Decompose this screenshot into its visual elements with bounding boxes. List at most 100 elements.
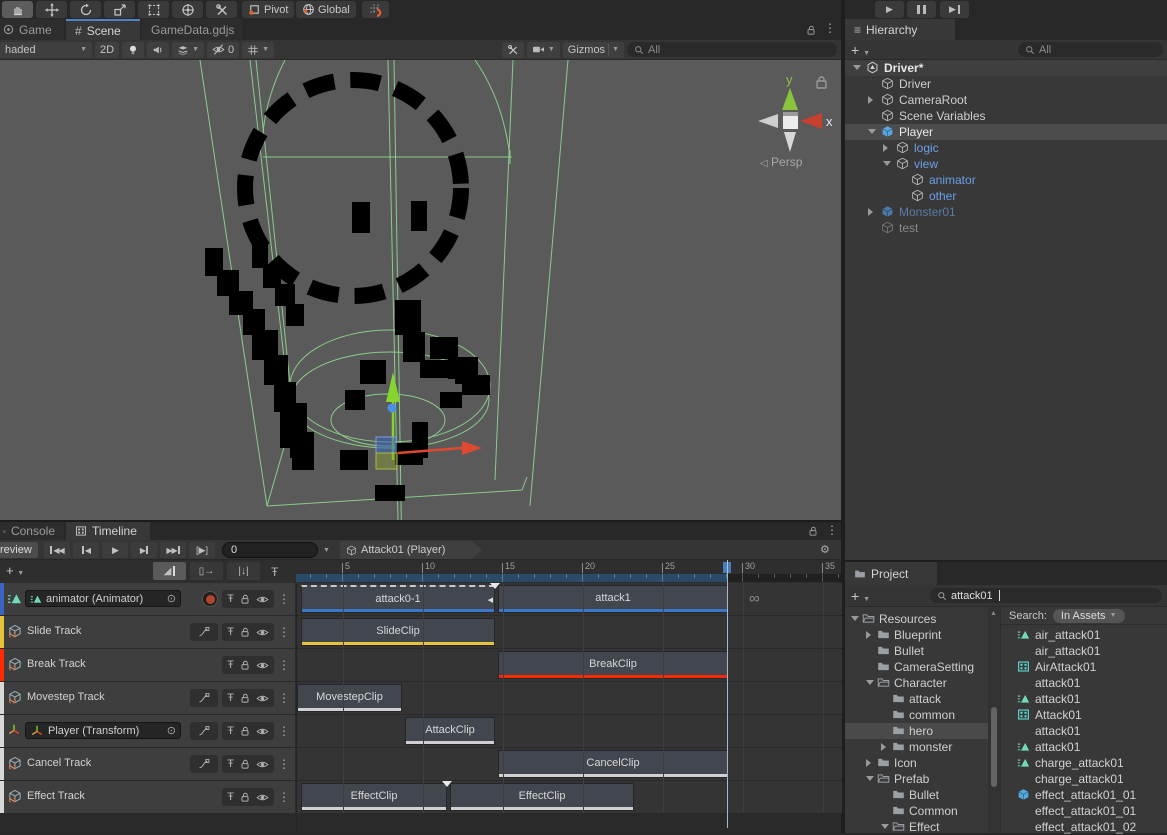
preview-toggle[interactable]: review <box>0 542 38 558</box>
pin-icon[interactable]: Ŧ <box>227 593 234 605</box>
asset-charge-attack01[interactable]: charge_attack01 <box>1001 755 1167 771</box>
ripple-mode-button[interactable]: ▯→ <box>190 562 223 580</box>
asset-effect-attack01-01[interactable]: effect_attack01_01 <box>1001 787 1167 803</box>
track-binding-field[interactable]: Player (Transform)⊙ <box>25 722 181 739</box>
clip-effectclip[interactable]: EffectClip <box>301 783 447 811</box>
pin-icon[interactable]: Ŧ <box>227 791 234 803</box>
scene-search-input[interactable]: All <box>627 42 837 57</box>
asset-attack01[interactable]: attack01 <box>1001 691 1167 707</box>
project-folder-camerasetting[interactable]: CameraSetting <box>845 659 988 675</box>
tab-project[interactable]: Project <box>845 562 937 585</box>
lock-icon[interactable] <box>239 758 251 770</box>
scroll-up-arrow[interactable]: ▲ <box>990 610 997 617</box>
kebab-menu-icon[interactable]: ⋮ <box>826 523 838 537</box>
hierarchy-item-logic[interactable]: logic <box>845 140 1167 156</box>
project-folder-blueprint[interactable]: Blueprint <box>845 627 988 643</box>
pause-button[interactable] <box>907 1 936 18</box>
scrollbar-thumb[interactable] <box>991 707 997 787</box>
scene-tools-button[interactable] <box>502 42 524 58</box>
replace-mode-button[interactable]: |↓| <box>227 562 260 580</box>
track-lane-slide-track[interactable]: SlideClip <box>297 616 842 648</box>
track-menu-icon[interactable]: ⋮ <box>278 757 290 771</box>
track-header-movestep-track[interactable]: Movestep TrackŦ⋮ <box>0 682 295 714</box>
project-folder-hero[interactable]: hero <box>845 723 988 739</box>
move-tool-button[interactable] <box>36 1 67 18</box>
foldout-arrow[interactable] <box>866 776 874 781</box>
hierarchy-search-input[interactable]: All <box>1018 42 1163 57</box>
object-picker-icon[interactable]: ⊙ <box>167 592 176 605</box>
eye-icon[interactable] <box>256 725 269 738</box>
search-scope-dropdown[interactable]: In Assets▼ <box>1053 609 1125 623</box>
clip-junction-marker[interactable] <box>442 781 452 787</box>
asset-charge-attack01[interactable]: charge_attack01 <box>1001 771 1167 787</box>
lock-icon[interactable] <box>807 525 819 537</box>
audio-toggle[interactable] <box>147 42 169 58</box>
project-folder-attack[interactable]: attack <box>845 691 988 707</box>
foldout-arrow[interactable] <box>881 743 886 751</box>
grid-snap-button[interactable] <box>362 1 389 18</box>
eye-icon[interactable] <box>256 758 269 771</box>
lock-icon[interactable] <box>239 692 251 704</box>
clip-movestepclip[interactable]: MovestepClip <box>297 684 402 712</box>
curves-toggle[interactable] <box>190 689 218 707</box>
play-button[interactable]: ▶ <box>875 1 904 18</box>
hierarchy-item-test[interactable]: test <box>845 220 1167 236</box>
asset-effect-attack01-01[interactable]: effect_attack01_01 <box>1001 803 1167 819</box>
foldout-arrow[interactable] <box>881 824 889 829</box>
project-search-input[interactable]: attack01 <box>930 588 1162 603</box>
project-folder-common[interactable]: common <box>845 707 988 723</box>
tab-gamedata[interactable]: GameData.gdjs <box>142 19 242 40</box>
lighting-toggle[interactable] <box>122 42 144 58</box>
pin-icon[interactable]: Ŧ <box>227 692 234 704</box>
2d-toggle[interactable]: 2D <box>95 42 119 58</box>
foldout-arrow[interactable] <box>866 631 871 639</box>
clip-breakclip[interactable]: BreakClip <box>498 651 728 679</box>
hierarchy-item-cameraroot[interactable]: CameraRoot <box>845 92 1167 108</box>
pin-icon[interactable]: Ŧ <box>227 626 234 638</box>
hand-tool-button[interactable] <box>2 1 33 18</box>
foldout-arrow[interactable] <box>866 680 874 685</box>
effects-dropdown[interactable]: ▼ <box>172 42 204 58</box>
hierarchy-item-other[interactable]: other <box>845 188 1167 204</box>
foldout-arrow[interactable] <box>853 65 861 70</box>
record-button[interactable] <box>202 591 218 607</box>
asset-airattack01[interactable]: AirAttack01 <box>1001 659 1167 675</box>
mix-mode-button[interactable]: ◢ <box>153 562 186 580</box>
gizmos-dropdown[interactable]: Gizmos▼ <box>563 42 624 58</box>
track-binding-field[interactable]: animator (Animator)⊙ <box>25 590 181 607</box>
track-lane-animator-animator[interactable]: attack0-1◀attack1∞ <box>297 583 842 615</box>
track-menu-icon[interactable]: ⋮ <box>278 592 290 606</box>
hierarchy-add-button[interactable]: + ▼ <box>851 42 870 58</box>
project-folder-prefab[interactable]: Prefab <box>845 771 988 787</box>
project-folder-bullet[interactable]: Bullet <box>845 787 988 803</box>
clip-attack1[interactable]: attack1 <box>498 585 728 613</box>
scale-tool-button[interactable] <box>104 1 135 18</box>
track-menu-icon[interactable]: ⋮ <box>278 625 290 639</box>
playhead-line[interactable] <box>727 560 728 828</box>
rect-tool-button[interactable] <box>138 1 169 18</box>
lock-icon[interactable] <box>239 791 251 803</box>
lock-icon[interactable] <box>239 725 251 737</box>
play-range-button[interactable]: [▶] <box>189 542 215 558</box>
track-header-break-track[interactable]: Break TrackŦ⋮ <box>0 649 295 681</box>
perspective-toggle[interactable]: ◁ Persp <box>760 155 802 169</box>
eye-icon[interactable] <box>256 626 269 639</box>
lock-icon[interactable] <box>239 593 251 605</box>
asset-attack01[interactable]: attack01 <box>1001 675 1167 691</box>
track-menu-icon[interactable]: ⋮ <box>278 691 290 705</box>
clip-attackclip[interactable]: AttackClip <box>405 717 495 745</box>
rotate-tool-button[interactable] <box>70 1 101 18</box>
track-lane-movestep-track[interactable]: MovestepClip <box>297 682 842 714</box>
tab-console[interactable]: Console <box>0 522 64 540</box>
eye-icon[interactable] <box>256 659 269 672</box>
project-folder-character[interactable]: Character <box>845 675 988 691</box>
asset-attack01[interactable]: Attack01 <box>1001 707 1167 723</box>
goto-end-button[interactable]: ▶▶ <box>160 542 186 558</box>
track-header-player-transform[interactable]: Player (Transform)⊙Ŧ⋮ <box>0 715 295 747</box>
lock-icon[interactable] <box>239 626 251 638</box>
lock-icon[interactable] <box>805 24 817 36</box>
project-folder-common[interactable]: Common <box>845 803 988 819</box>
track-header-cancel-track[interactable]: Cancel TrackŦ⋮ <box>0 748 295 780</box>
clip-effectclip[interactable]: EffectClip <box>450 783 634 811</box>
timeline-settings-gear-icon[interactable]: ⚙ <box>820 543 830 556</box>
